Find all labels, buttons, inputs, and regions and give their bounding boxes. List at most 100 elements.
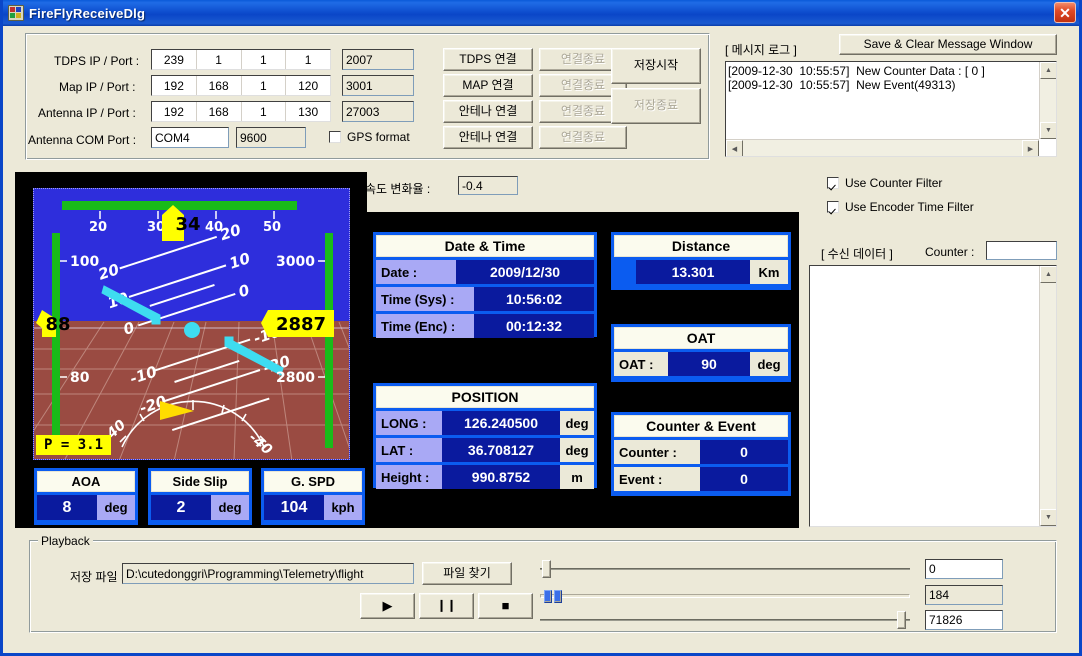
antenna-ip-input[interactable]: 192 168 1 130	[151, 101, 331, 122]
log-vertical-scrollbar[interactable]: ▲ ▼	[1039, 62, 1056, 139]
ip-octet[interactable]: 130	[286, 102, 330, 121]
position-title: POSITION	[376, 386, 594, 408]
ip-octet[interactable]: 1	[242, 76, 287, 95]
receive-counter-label: Counter :	[925, 245, 975, 259]
use-counter-filter-checkbox[interactable]: Use Counter Filter	[827, 176, 942, 190]
slider-thumb[interactable]	[542, 560, 551, 578]
map-port-input[interactable]: 3001	[342, 75, 414, 96]
playback-file-label: 저장 파일 :	[70, 570, 125, 584]
svg-text:80: 80	[70, 370, 90, 386]
save-stop-button[interactable]: 저장종료	[611, 88, 701, 124]
ip-octet[interactable]: 1	[197, 50, 242, 69]
time-sys-label: Time (Sys) :	[376, 287, 474, 311]
event-label: Event :	[614, 467, 700, 491]
oat-row: OAT : 90 deg	[614, 352, 788, 376]
date-time-box: Date & Time Date : 2009/12/30 Time (Sys)…	[373, 232, 597, 338]
scroll-up-icon[interactable]: ▲	[1040, 62, 1056, 79]
playback-stop-button[interactable]: ■	[478, 593, 533, 619]
height-label: Height :	[376, 465, 442, 489]
receive-counter-input[interactable]	[986, 241, 1057, 260]
use-encoder-time-filter-checkbox[interactable]: Use Encoder Time Filter	[827, 200, 974, 214]
antenna-port-input[interactable]: 27003	[342, 101, 414, 122]
playback-play-button[interactable]: ▶	[360, 593, 415, 619]
ip-octet[interactable]: 168	[197, 102, 242, 121]
gps-format-label: GPS format	[347, 130, 410, 144]
ip-octet[interactable]: 1	[242, 102, 287, 121]
time-enc-row: Time (Enc) : 00:12:32	[376, 314, 594, 338]
svg-text:40: 40	[205, 220, 223, 235]
slider-thumb[interactable]	[897, 611, 906, 629]
message-log-title: [ 메시지 로그 ]	[725, 43, 797, 57]
tdps-port-input[interactable]: 2007	[342, 49, 414, 70]
ip-octet[interactable]: 1	[242, 50, 287, 69]
slider-thumb[interactable]	[544, 590, 552, 603]
antenna-com-label: Antenna COM Port :	[28, 133, 137, 147]
attitude-indicator: 20 10 0 -10 -20 20 10 0 -10 -20	[33, 188, 350, 460]
app-icon	[8, 5, 24, 21]
playback-file-input[interactable]: D:\cutedonggri\Programming\Telemetry\fli…	[122, 563, 414, 584]
close-icon[interactable]: ✕	[1054, 2, 1076, 23]
tdps-connect-button[interactable]: TDPS 연결	[443, 48, 533, 71]
antenna-ip-label: Antenna IP / Port :	[38, 106, 136, 120]
longitude-label: LONG :	[376, 411, 442, 435]
gauge-side-slip: Side Slip 2 deg	[148, 468, 252, 525]
playback-value-0[interactable]: 0	[925, 559, 1003, 579]
scroll-down-icon[interactable]: ▼	[1040, 509, 1056, 526]
antenna-baud-input[interactable]: 9600	[236, 127, 306, 148]
oat-label: OAT :	[614, 352, 668, 376]
antenna-connect-button[interactable]: 안테나 연결	[443, 100, 533, 123]
svg-text:-40: -40	[245, 430, 275, 459]
scroll-track[interactable]	[1040, 283, 1056, 509]
antenna-com-disconnect-button[interactable]: 연결종료	[539, 126, 627, 149]
hud-altitude-value: 2887	[275, 314, 327, 335]
speed-rate-label: 속도 변화율 :	[365, 182, 431, 196]
playback-value-2[interactable]: 71826	[925, 610, 1003, 630]
playback-group: Playback 저장 파일 : D:\cutedonggri\Programm…	[29, 534, 1057, 633]
playback-slider-speed[interactable]	[540, 585, 910, 607]
slider-thumb[interactable]	[554, 590, 562, 603]
gauge-title: AOA	[37, 471, 135, 492]
scroll-up-icon[interactable]: ▲	[1040, 266, 1056, 283]
longitude-row: LONG : 126.240500 deg	[376, 411, 594, 435]
antenna-com-port-input[interactable]: COM4	[151, 127, 229, 148]
tdps-ip-input[interactable]: 239 1 1 1	[151, 49, 331, 70]
gps-format-checkbox[interactable]: GPS format	[329, 130, 410, 144]
scroll-right-icon[interactable]: ▶	[1022, 140, 1039, 156]
scroll-track[interactable]	[1040, 79, 1056, 122]
title-bar: FireFlyReceiveDlg ✕	[3, 0, 1079, 26]
playback-slider-range[interactable]	[540, 609, 910, 631]
ip-octet[interactable]: 192	[152, 102, 197, 121]
ip-octet[interactable]: 192	[152, 76, 197, 95]
playback-browse-button[interactable]: 파일 찾기	[422, 562, 512, 585]
counter-label: Counter :	[614, 440, 700, 464]
map-ip-input[interactable]: 192 168 1 120	[151, 75, 331, 96]
playback-slider-position[interactable]	[540, 558, 910, 580]
counter-event-title: Counter & Event	[614, 415, 788, 437]
antenna-com-connect-button[interactable]: 안테나 연결	[443, 126, 533, 149]
ip-octet[interactable]: 1	[286, 50, 330, 69]
longitude-unit: deg	[560, 411, 594, 435]
map-connect-button[interactable]: MAP 연결	[443, 74, 533, 97]
gauge-title: Side Slip	[151, 471, 249, 492]
gauge-title: G. SPD	[264, 471, 362, 492]
scroll-down-icon[interactable]: ▼	[1040, 122, 1056, 139]
scroll-left-icon[interactable]: ◀	[726, 140, 743, 156]
latitude-label: LAT :	[376, 438, 442, 462]
save-start-button[interactable]: 저장시작	[611, 48, 701, 84]
receive-vertical-scrollbar[interactable]: ▲ ▼	[1039, 266, 1056, 526]
playback-pause-button[interactable]: ❙❙	[419, 593, 474, 619]
scroll-track[interactable]	[743, 140, 1022, 156]
time-enc-label: Time (Enc) :	[376, 314, 474, 338]
ip-octet[interactable]: 168	[197, 76, 242, 95]
time-sys-row: Time (Sys) : 10:56:02	[376, 287, 594, 311]
log-horizontal-scrollbar[interactable]: ◀ ▶	[726, 139, 1039, 156]
hud-p-value: P = 3.1	[36, 435, 112, 455]
speed-rate-input[interactable]: -0.4	[458, 176, 518, 195]
message-log-listbox[interactable]: [2009-12-30 10:55:57] New Counter Data :…	[725, 61, 1057, 157]
receive-data-listbox[interactable]: ▲ ▼	[809, 265, 1057, 527]
longitude-value: 126.240500	[442, 411, 560, 435]
ip-octet[interactable]: 120	[286, 76, 330, 95]
playback-value-1[interactable]: 184	[925, 585, 1003, 605]
save-clear-message-window-button[interactable]: Save & Clear Message Window	[839, 34, 1057, 55]
ip-octet[interactable]: 239	[152, 50, 197, 69]
